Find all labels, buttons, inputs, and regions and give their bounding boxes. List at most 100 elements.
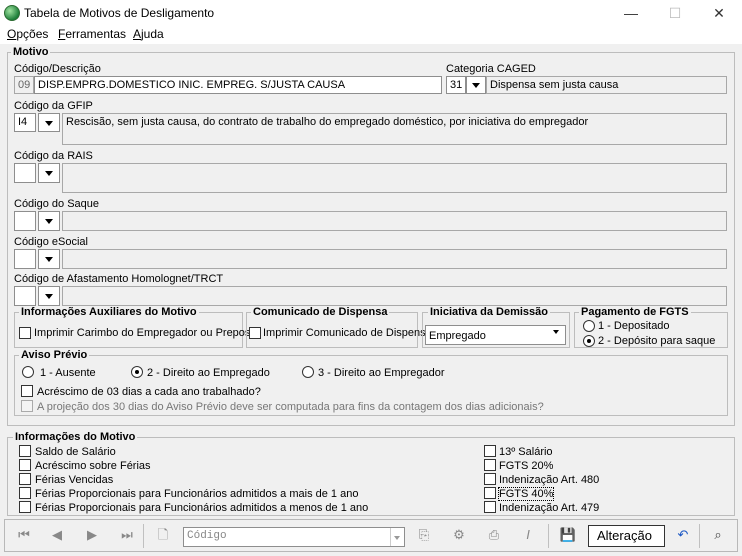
copy-icon[interactable]: ⎘: [410, 522, 438, 548]
fgts40-checkbox[interactable]: [484, 487, 496, 499]
indenizacao-479-label: Indenização Art. 479: [499, 502, 600, 514]
window-title: Tabela de Motivos de Desligamento: [24, 6, 215, 20]
rais-dropdown-button[interactable]: [38, 163, 60, 183]
toolbar-separator-3: [699, 524, 700, 548]
first-record-icon[interactable]: ⏮: [10, 522, 38, 548]
menu-ajuda[interactable]: Ajuda: [133, 27, 164, 41]
ferias-vencidas-label: Férias Vencidas: [35, 474, 114, 486]
descricao-field[interactable]: DISP.EMPRG.DOMESTICO INIC. EMPREG. S/JUS…: [34, 76, 442, 94]
undo-icon[interactable]: ↶: [669, 522, 697, 548]
saque-desc-field: [62, 211, 727, 231]
fgts-radio-2[interactable]: [583, 335, 595, 347]
iniciativa-select[interactable]: Empregado: [425, 325, 566, 345]
fgts20-checkbox[interactable]: [484, 459, 496, 471]
acrescimo-ferias-checkbox[interactable]: [19, 459, 31, 471]
esocial-code-field[interactable]: [14, 249, 36, 269]
iniciativa-title: Iniciativa da Demissão: [428, 306, 550, 318]
carimbo-label: Imprimir Carimbo do Empregador ou Prepos…: [34, 327, 260, 339]
saque-code-field[interactable]: [14, 211, 36, 231]
gfip-dropdown-button[interactable]: [38, 113, 60, 132]
menu-opcoes[interactable]: Opções: [7, 27, 48, 41]
rais-desc-field: [62, 163, 727, 193]
comunicado-label: Imprimir Comunicado de Dispensa: [263, 327, 432, 339]
indenizacao-480-label: Indenização Art. 480: [499, 474, 600, 486]
gfip-label: Código da GFIP: [14, 100, 93, 112]
ferias-prop-mais-checkbox[interactable]: [19, 487, 31, 499]
rais-code-field[interactable]: [14, 163, 36, 183]
close-button[interactable]: ✕: [696, 0, 742, 26]
aviso-title: Aviso Prévio: [19, 349, 90, 361]
projecao-label: A projeção dos 30 dias do Aviso Prévio d…: [37, 401, 544, 413]
comunicado-checkbox[interactable]: [249, 327, 261, 339]
acrescimo-ferias-label: Acréscimo sobre Férias: [35, 460, 151, 472]
app-icon: [4, 5, 20, 21]
rais-label: Código da RAIS: [14, 150, 93, 162]
minimize-button[interactable]: —: [608, 0, 654, 26]
afastamento-code-field[interactable]: [14, 286, 36, 306]
toolbar-separator: [143, 524, 144, 548]
info-motivo-title: Informações do Motivo: [13, 431, 138, 443]
aviso-opt1-label: 1 - Ausente: [40, 367, 96, 379]
fgts20-label: FGTS 20%: [499, 460, 554, 472]
saque-label: Código do Saque: [14, 198, 100, 210]
afastamento-dropdown-button[interactable]: [38, 286, 60, 306]
indenizacao-479-checkbox[interactable]: [484, 501, 496, 513]
aviso-opt3-label: 3 - Direito ao Empregador: [318, 367, 445, 379]
iniciativa-chevron-down-icon: [553, 330, 559, 334]
info-aux-title: Informações Auxiliares do Motivo: [19, 306, 199, 318]
codigo-field: 09: [14, 76, 34, 94]
decimo-terceiro-label: 13º Salário: [499, 446, 553, 458]
aviso-radio-1[interactable]: [22, 366, 34, 378]
previous-record-icon[interactable]: ◀: [43, 522, 71, 548]
esocial-desc-field: [62, 249, 727, 269]
fgts-opt1-label: 1 - Depositado: [598, 320, 670, 332]
carimbo-checkbox[interactable]: [19, 327, 31, 339]
ferias-vencidas-checkbox[interactable]: [19, 473, 31, 485]
new-document-icon[interactable]: 🗋: [149, 522, 177, 548]
esocial-dropdown-button[interactable]: [38, 249, 60, 269]
italic-icon[interactable]: I: [514, 522, 542, 548]
caged-code-field[interactable]: 31: [446, 76, 466, 94]
search-code-field[interactable]: Código: [183, 527, 405, 547]
afastamento-label: Código de Afastamento Homolognet/TRCT: [14, 273, 224, 285]
print-icon[interactable]: ⎙: [480, 522, 508, 548]
esocial-label: Código eSocial: [14, 236, 88, 248]
gfip-code-field[interactable]: I4: [14, 113, 36, 132]
acrescimo-checkbox[interactable]: [21, 385, 33, 397]
fgts-opt2-label: 2 - Depósito para saque: [598, 335, 716, 347]
comunicado-title: Comunicado de Dispensa: [251, 306, 390, 318]
aviso-radio-3[interactable]: [302, 366, 314, 378]
menu-ferramentas[interactable]: Ferramentas: [58, 27, 126, 41]
acrescimo-label: Acréscimo de 03 dias a cada ano trabalha…: [37, 386, 261, 398]
binoculars-icon[interactable]: ⌕: [704, 522, 732, 548]
indenizacao-480-checkbox[interactable]: [484, 473, 496, 485]
maximize-button[interactable]: ☐: [652, 0, 698, 26]
saque-dropdown-button[interactable]: [38, 211, 60, 231]
next-record-icon[interactable]: ▶: [78, 522, 106, 548]
mode-indicator: Alteração: [588, 525, 665, 547]
fgts-radio-1[interactable]: [583, 320, 595, 332]
caged-dropdown-button[interactable]: [466, 76, 486, 94]
caged-label: Categoria CAGED: [446, 63, 536, 75]
aviso-opt2-label: 2 - Direito ao Empregado: [147, 367, 270, 379]
ferias-prop-menos-label: Férias Proporcionais para Funcionários a…: [35, 502, 369, 514]
saldo-salario-checkbox[interactable]: [19, 445, 31, 457]
afastamento-desc-field: [62, 286, 727, 306]
ferias-prop-menos-checkbox[interactable]: [19, 501, 31, 513]
projecao-checkbox: [21, 400, 33, 412]
fgts-title: Pagamento de FGTS: [579, 306, 691, 318]
motivo-group-title: Motivo: [11, 46, 51, 58]
last-record-icon[interactable]: ⏭: [113, 522, 141, 548]
save-icon[interactable]: 💾: [554, 522, 582, 548]
fgts40-label: FGTS 40%: [497, 487, 555, 501]
ferias-prop-mais-label: Férias Proporcionais para Funcionários a…: [35, 488, 359, 500]
aviso-radio-2[interactable]: [131, 366, 143, 378]
toolbar-separator-2: [548, 524, 549, 548]
caged-desc-field: Dispensa sem justa causa: [486, 76, 727, 94]
saldo-salario-label: Saldo de Salário: [35, 446, 116, 458]
gfip-desc-field: Rescisão, sem justa causa, do contrato d…: [62, 113, 727, 145]
codigo-label: Código/Descrição: [14, 63, 101, 75]
settings-icon[interactable]: ⚙: [445, 522, 473, 548]
decimo-terceiro-checkbox[interactable]: [484, 445, 496, 457]
search-chevron-down-icon: [394, 536, 400, 540]
